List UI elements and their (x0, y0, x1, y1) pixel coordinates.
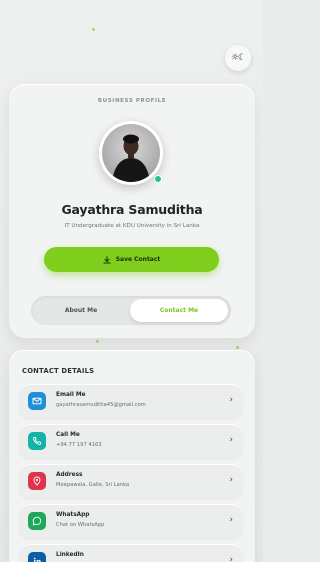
profile-card: BUSINESS PROFILE Gayathra Samuditha IT U… (9, 84, 255, 338)
chevron-right-icon: › (229, 555, 233, 562)
save-contact-label: Save Contact (115, 256, 161, 263)
contact-row-linkedin[interactable]: LinkedIn › (20, 544, 242, 562)
particle (236, 346, 239, 349)
section-title: CONTACT DETAILS (22, 367, 95, 375)
contact-row-title: Address (56, 472, 83, 478)
contact-row-title: WhatsApp (56, 512, 90, 518)
sun-moon-icon: ☼☾ (230, 53, 246, 63)
contact-row-address[interactable]: Address Meepawala, Galle, Sri Lanka › (20, 464, 242, 498)
save-contact-button[interactable]: Save Contact (44, 247, 219, 272)
profile-name: Gayathra Samuditha (61, 202, 203, 217)
app-frame: ☼☾ BUSINESS PROFILE Gayathra Samuditha I… (0, 0, 263, 562)
contact-row-value: Chat on WhatsApp (56, 522, 105, 528)
chevron-right-icon: › (229, 435, 233, 445)
tab-contact-me[interactable]: Contact Me (130, 299, 228, 322)
tab-about-me[interactable]: About Me (34, 299, 128, 322)
linkedin-icon (28, 552, 46, 562)
avatar (99, 121, 163, 185)
contact-row-email[interactable]: Email Me gayathrasamuditha45@gmail.com › (20, 384, 242, 418)
profile-photo (102, 124, 160, 182)
mail-icon (28, 392, 46, 410)
particle (96, 340, 99, 343)
contact-details-card: CONTACT DETAILS Email Me gayathrasamudit… (9, 350, 255, 562)
location-pin-icon (28, 472, 46, 490)
contact-row-value: gayathrasamuditha45@gmail.com (56, 402, 146, 408)
whatsapp-icon (28, 512, 46, 530)
particle (92, 28, 95, 31)
download-icon (103, 255, 111, 264)
chevron-right-icon: › (229, 395, 233, 405)
contact-row-title: LinkedIn (56, 552, 84, 558)
contact-row-phone[interactable]: Call Me +94 77 197 4163 › (20, 424, 242, 458)
theme-toggle-button[interactable]: ☼☾ (225, 45, 251, 71)
profile-tabs: About Me Contact Me (31, 296, 231, 325)
chevron-right-icon: › (229, 515, 233, 525)
contact-row-value: Meepawala, Galle, Sri Lanka (56, 482, 130, 488)
chevron-right-icon: › (229, 475, 233, 485)
contact-row-title: Call Me (56, 432, 80, 438)
profile-subtitle: IT Undergraduate at KDU University in Sr… (64, 223, 200, 229)
card-eyebrow: BUSINESS PROFILE (97, 98, 167, 104)
contact-row-whatsapp[interactable]: WhatsApp Chat on WhatsApp › (20, 504, 242, 538)
contact-row-value: +94 77 197 4163 (56, 442, 102, 448)
phone-icon (28, 432, 46, 450)
contact-row-title: Email Me (56, 392, 86, 398)
online-status-dot (154, 175, 162, 183)
